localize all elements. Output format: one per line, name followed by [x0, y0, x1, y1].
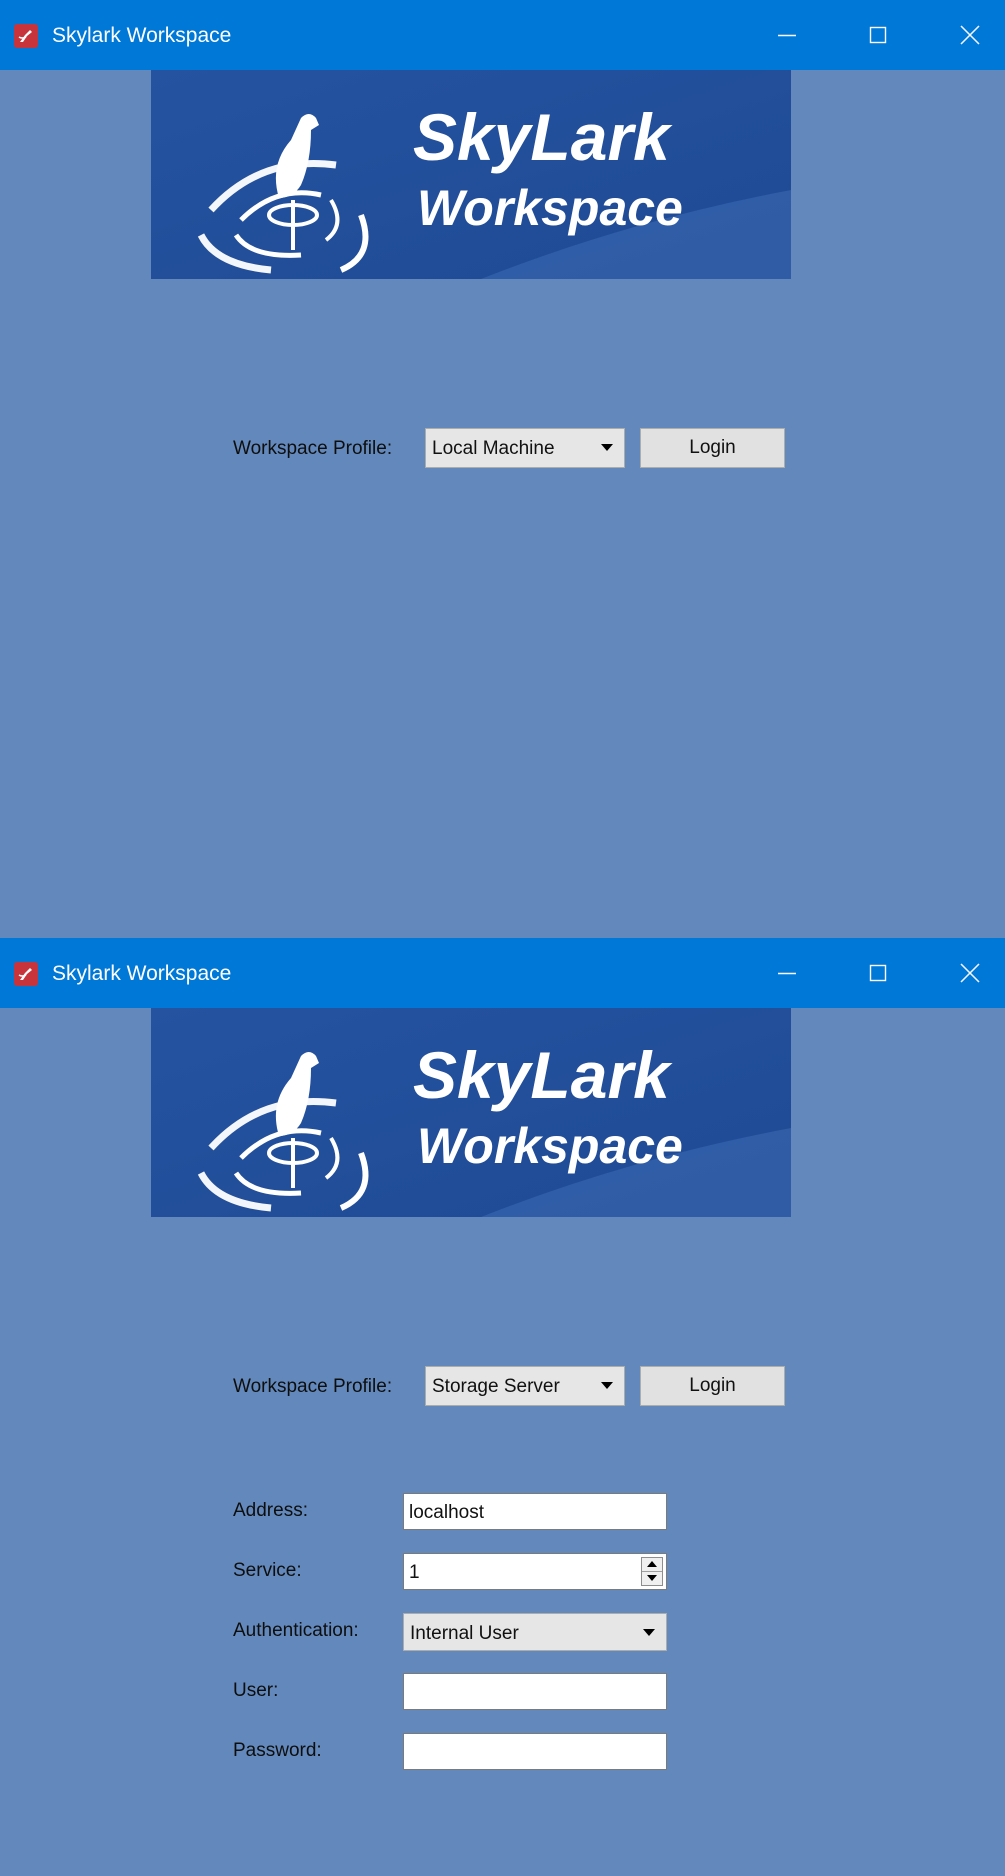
service-stepper[interactable]: 1 — [403, 1553, 667, 1590]
close-icon — [960, 25, 980, 45]
service-label: Service: — [233, 1560, 302, 1581]
close-button[interactable] — [935, 938, 1005, 1008]
authentication-value: Internal User — [410, 1623, 519, 1644]
user-label: User: — [233, 1680, 279, 1701]
close-button[interactable] — [935, 0, 1005, 70]
workspace-profile-value: Storage Server — [432, 1376, 560, 1397]
login-button-label: Login — [689, 1375, 736, 1396]
skylark-bird-icon — [14, 24, 38, 48]
minimize-icon — [778, 34, 796, 37]
skylark-bird-icon — [14, 962, 38, 986]
login-window-server: Skylark Workspace SkyLark Workspace Work… — [0, 938, 1005, 1876]
spin-down-button[interactable] — [642, 1572, 662, 1585]
spin-up-icon — [647, 1561, 657, 1567]
maximize-button[interactable] — [843, 938, 913, 1008]
login-button[interactable]: Login — [640, 1366, 785, 1406]
spin-down-icon — [647, 1575, 657, 1581]
login-window-local: Skylark Workspace SkyLark Workspace Work… — [0, 0, 1005, 938]
password-field[interactable] — [403, 1733, 667, 1770]
maximize-button[interactable] — [843, 0, 913, 70]
workspace-profile-label: Workspace Profile: — [233, 438, 393, 459]
maximize-icon — [869, 964, 887, 982]
authentication-select[interactable]: Internal User — [403, 1613, 667, 1651]
workspace-profile-select[interactable]: Local Machine — [425, 428, 625, 468]
service-spinner — [641, 1557, 663, 1586]
minimize-button[interactable] — [752, 938, 822, 1008]
minimize-icon — [778, 972, 796, 975]
workspace-profile-select[interactable]: Storage Server — [425, 1366, 625, 1406]
login-button-label: Login — [689, 437, 736, 458]
maximize-icon — [869, 26, 887, 44]
workspace-profile-value: Local Machine — [432, 438, 555, 459]
skylark-logo-banner: SkyLark Workspace — [151, 1008, 791, 1217]
login-button[interactable]: Login — [640, 428, 785, 468]
window-title: Skylark Workspace — [52, 24, 232, 47]
address-label: Address: — [233, 1500, 308, 1521]
banner-title: SkyLark — [413, 1038, 673, 1112]
banner-subtitle: Workspace — [417, 180, 683, 236]
chevron-down-icon — [601, 1382, 613, 1389]
banner-subtitle: Workspace — [417, 1118, 683, 1174]
workspace-profile-label: Workspace Profile: — [233, 1376, 393, 1397]
authentication-label: Authentication: — [233, 1620, 359, 1641]
spin-up-button[interactable] — [642, 1558, 662, 1572]
user-input[interactable] — [403, 1673, 667, 1710]
service-value: 1 — [409, 1562, 420, 1583]
minimize-button[interactable] — [752, 0, 822, 70]
password-label: Password: — [233, 1740, 322, 1761]
title-bar[interactable]: Skylark Workspace — [0, 0, 1005, 70]
chevron-down-icon — [643, 1629, 655, 1636]
banner-title: SkyLark — [413, 100, 673, 174]
title-bar[interactable]: Skylark Workspace — [0, 938, 1005, 1008]
address-value: localhost — [409, 1502, 484, 1523]
skylark-logo-banner: SkyLark Workspace — [151, 70, 791, 279]
close-icon — [960, 963, 980, 983]
window-title: Skylark Workspace — [52, 962, 232, 985]
chevron-down-icon — [601, 444, 613, 451]
address-input[interactable]: localhost — [403, 1493, 667, 1530]
